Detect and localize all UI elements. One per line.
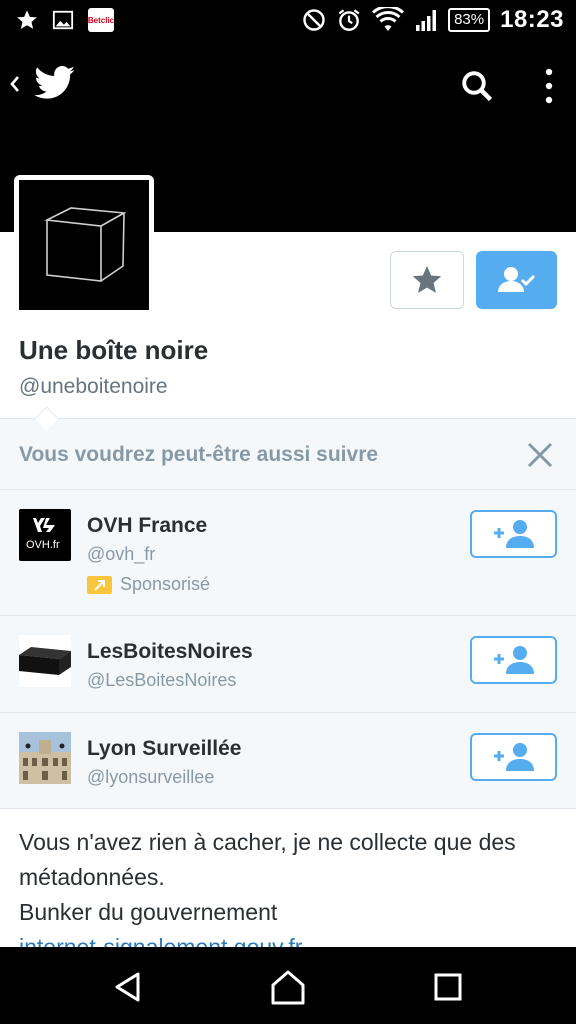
suggestion-name[interactable]: OVH France	[87, 514, 207, 538]
lesboitesnoires-avatar	[19, 635, 71, 687]
battery-icon: 83%	[448, 8, 491, 32]
betclic-label: Betclic	[87, 15, 115, 25]
bio-line-2: Bunker du gouvernement	[19, 899, 278, 925]
user-check-icon	[497, 267, 535, 292]
follow-button[interactable]	[470, 636, 557, 684]
add-user-icon	[493, 646, 534, 674]
star-icon	[17, 10, 37, 29]
suggestion-row[interactable]: Lyon Surveillée @lyonsurveillee	[0, 712, 576, 810]
lyonsurveillee-avatar	[19, 732, 71, 784]
status-right-icons: 83% 18:23	[302, 6, 564, 34]
bio-line-1: Vous n'avez rien à cacher, je ne collect…	[19, 829, 516, 890]
building-image	[19, 732, 71, 784]
black-box-image	[19, 647, 71, 675]
ovh-logo-mark	[33, 518, 55, 532]
image-icon	[52, 10, 74, 30]
suggestion-row[interactable]: OVH.fr OVH France @ovh_fr Sponsorisé	[0, 489, 576, 616]
status-time: 18:23	[500, 6, 564, 33]
who-to-follow-panel: Vous voudrez peut-être aussi suivre OVH.…	[0, 406, 576, 810]
profile-handle: @uneboitenoire	[19, 375, 168, 398]
overflow-menu-icon[interactable]	[537, 66, 561, 106]
back-triangle-icon[interactable]	[110, 969, 146, 1005]
do-not-disturb-icon	[303, 9, 325, 31]
suggestion-handle: @LesBoitesNoires	[87, 670, 237, 690]
avatar-image	[19, 180, 149, 310]
bio-text: Vous n'avez rien à cacher, je ne collect…	[19, 825, 564, 948]
add-user-icon	[493, 520, 534, 548]
wifi-icon	[372, 7, 405, 31]
bio-link[interactable]: internet-signalement.gouv.fr	[19, 934, 302, 948]
system-nav-bar	[0, 947, 576, 1024]
profile-name: Une boîte noire	[19, 335, 209, 365]
promoted-badge: Sponsorisé	[87, 574, 210, 595]
home-icon[interactable]	[268, 967, 308, 1007]
promoted-icon	[87, 575, 112, 594]
add-user-icon	[493, 743, 534, 771]
promoted-label: Sponsorisé	[120, 574, 211, 594]
betclic-app-icon: Betclic	[88, 8, 114, 32]
suggestion-handle: @ovh_fr	[87, 544, 156, 564]
who-to-follow-title: Vous voudrez peut-être aussi suivre	[19, 443, 379, 466]
follow-button[interactable]	[470, 733, 557, 781]
status-left-icons: Betclic	[16, 8, 114, 32]
star-icon	[412, 266, 442, 293]
alarm-icon	[338, 9, 360, 31]
signal-icon	[416, 10, 437, 31]
cube-icon	[44, 207, 127, 282]
suggestion-row[interactable]: LesBoitesNoires @LesBoitesNoires	[0, 615, 576, 713]
follow-button[interactable]	[470, 510, 557, 558]
suggestion-handle: @lyonsurveillee	[87, 767, 215, 787]
following-button[interactable]	[476, 251, 557, 309]
twitter-bird-icon[interactable]	[34, 66, 76, 100]
search-icon[interactable]	[459, 68, 495, 104]
profile-bio: Vous n'avez rien à cacher, je ne collect…	[0, 808, 576, 948]
ovh-logo-text: OVH.fr	[26, 539, 60, 551]
close-icon[interactable]	[522, 437, 558, 473]
profile-avatar[interactable]	[14, 175, 154, 315]
back-chevron-icon[interactable]	[6, 72, 24, 96]
app-bar	[0, 42, 576, 122]
ovh-logo: OVH.fr	[19, 509, 71, 561]
suggestion-name[interactable]: Lyon Surveillée	[87, 737, 241, 761]
suggestion-name[interactable]: LesBoitesNoires	[87, 640, 253, 664]
status-bar: Betclic 83% 18:23	[0, 0, 576, 42]
recents-square-icon[interactable]	[431, 970, 465, 1004]
favorite-button[interactable]	[390, 251, 464, 309]
